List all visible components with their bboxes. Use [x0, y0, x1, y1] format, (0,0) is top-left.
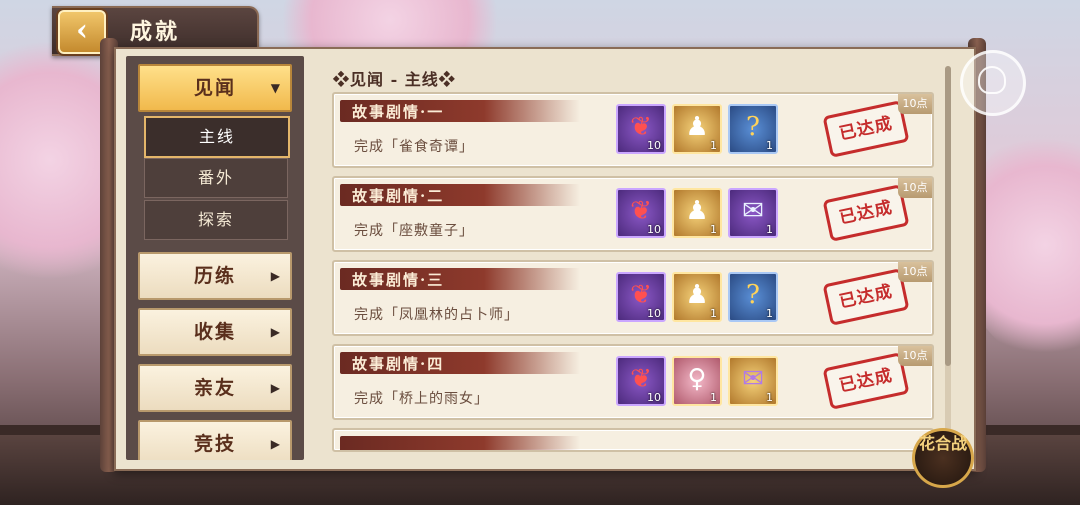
- chevron-right-icon: ▶: [270, 381, 282, 395]
- chevron-right-icon: ▶: [270, 437, 282, 451]
- scroll-icon[interactable]: ✉ 1: [728, 188, 778, 238]
- achievement-desc: 完成「凤凰林的占卜师」: [354, 307, 519, 323]
- achievement-card-partial: [332, 428, 934, 452]
- reward-qty: 10: [647, 391, 661, 404]
- completed-stamp: 已达成: [822, 100, 910, 158]
- chevron-right-icon: ▶: [270, 269, 282, 283]
- reward-qty: 1: [710, 307, 717, 320]
- achievement-title: 故事剧情·四: [352, 355, 445, 373]
- shikigami-portrait-icon[interactable]: ♟ 1: [672, 188, 722, 238]
- category-qinyou[interactable]: 亲友 ▶: [138, 364, 292, 412]
- chat-bubble-icon: [978, 66, 1006, 94]
- points-badge: 10点: [898, 178, 932, 198]
- reward-qty: 1: [710, 139, 717, 152]
- reward-qty: 1: [766, 223, 773, 236]
- chevron-down-icon: ▼: [270, 81, 282, 95]
- chevron-right-icon: ▶: [270, 325, 282, 339]
- title-banner: [340, 436, 580, 450]
- category-jingji[interactable]: 竞技 ▶: [138, 420, 292, 460]
- reward-qty: 1: [766, 307, 773, 320]
- points-badge: 10点: [898, 346, 932, 366]
- subcategory-main[interactable]: 主线: [144, 116, 290, 158]
- category-shouji[interactable]: 收集 ▶: [138, 308, 292, 356]
- mystery-bag-icon[interactable]: ? 1: [728, 104, 778, 154]
- back-button[interactable]: ‹: [58, 10, 106, 54]
- reward-qty: 10: [647, 223, 661, 236]
- achievement-title: 故事剧情·三: [352, 271, 445, 289]
- reward-qty: 1: [766, 139, 773, 152]
- red-magatama-icon[interactable]: ❦ 10: [616, 272, 666, 322]
- page-title: 成就: [130, 19, 181, 45]
- achievement-desc: 完成「桥上的雨女」: [354, 391, 489, 407]
- completed-stamp: 已达成: [822, 184, 910, 242]
- reward-qty: 10: [647, 139, 661, 152]
- completed-stamp: 已达成: [822, 352, 910, 410]
- category-label: 见闻: [193, 77, 236, 99]
- achievement-title: 故事剧情·一: [352, 103, 445, 121]
- category-sidebar: 见闻 ▼ 主线 番外 探索 历练 ▶ 收集 ▶ 亲友 ▶ 竞技 ▶: [126, 56, 304, 460]
- achievement-card: 故事剧情·三 完成「凤凰林的占卜师」 ❦ 10 ♟ 1 ? 1 已达成 10点: [332, 260, 934, 336]
- points-badge: 10点: [898, 94, 932, 114]
- shikigami-portrait-icon[interactable]: ♟ 1: [672, 104, 722, 154]
- category-label: 历练: [193, 265, 236, 287]
- reward-qty: 1: [710, 391, 717, 404]
- mystery-bag-icon[interactable]: ? 1: [728, 272, 778, 322]
- achievement-title: 故事剧情·二: [352, 187, 445, 205]
- subcategory-explore[interactable]: 探索: [144, 200, 288, 240]
- reward-qty: 1: [710, 223, 717, 236]
- category-label: 亲友: [193, 377, 236, 399]
- red-magatama-icon[interactable]: ❦ 10: [616, 356, 666, 406]
- purple-scroll-icon[interactable]: ✉ 1: [728, 356, 778, 406]
- category-label: 收集: [193, 321, 236, 343]
- category-label: 竞技: [193, 433, 236, 455]
- achievement-card: 故事剧情·四 完成「桥上的雨女」 ❦ 10 ♀ 1 ✉ 1 已达成 10点: [332, 344, 934, 420]
- shikigami-portrait-icon[interactable]: ♟ 1: [672, 272, 722, 322]
- category-jianwen[interactable]: 见闻 ▼: [138, 64, 292, 112]
- ame-onna-portrait-icon[interactable]: ♀ 1: [672, 356, 722, 406]
- points-badge: 10点: [898, 262, 932, 282]
- achievement-card: 故事剧情·一 完成「雀食奇谭」 ❦ 10 ♟ 1 ? 1 已达成 10点: [332, 92, 934, 168]
- achievement-desc: 完成「雀食奇谭」: [354, 139, 474, 155]
- section-title: ❖见闻 - 主线❖: [333, 70, 456, 89]
- reward-qty: 10: [647, 307, 661, 320]
- subcategory-side[interactable]: 番外: [144, 158, 288, 198]
- reward-qty: 1: [766, 391, 773, 404]
- achievement-card: 故事剧情·二 完成「座敷童子」 ❦ 10 ♟ 1 ✉ 1 已达成 10点: [332, 176, 934, 252]
- red-magatama-icon[interactable]: ❦ 10: [616, 104, 666, 154]
- red-magatama-icon[interactable]: ❦ 10: [616, 188, 666, 238]
- hanahe-badge[interactable]: 花合战: [912, 428, 974, 488]
- category-lilian[interactable]: 历练 ▶: [138, 252, 292, 300]
- achievement-desc: 完成「座敷童子」: [354, 223, 474, 239]
- completed-stamp: 已达成: [822, 268, 910, 326]
- scrollbar-thumb[interactable]: [945, 66, 951, 366]
